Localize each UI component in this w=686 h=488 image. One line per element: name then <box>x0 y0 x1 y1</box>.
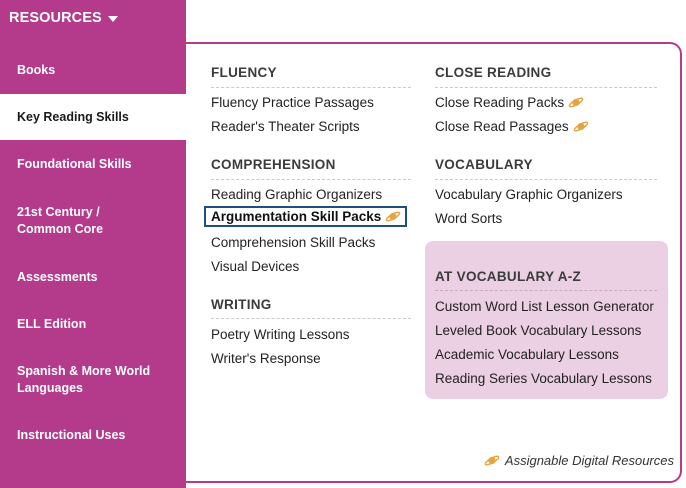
link-label: Poetry Writing Lessons <box>211 327 350 342</box>
link-reading-graphic-organizers[interactable]: Reading Graphic Organizers <box>211 187 382 202</box>
sidebar-item-ell-edition[interactable]: ELL Edition <box>0 314 186 334</box>
link-label: Visual Devices <box>211 259 300 274</box>
link-label: Comprehension Skill Packs <box>211 235 376 250</box>
sidebar-item-spanish-world-languages[interactable]: Spanish & More World Languages <box>0 362 186 398</box>
link-label: Fluency Practice Passages <box>211 95 374 110</box>
link-label: Custom Word List Lesson Generator <box>435 299 654 314</box>
link-comprehension-skill-packs[interactable]: Comprehension Skill Packs <box>211 235 375 250</box>
sidebar-item-label: ELL Edition <box>17 316 87 331</box>
planet-icon <box>484 455 500 466</box>
link-vocabulary-graphic-organizers[interactable]: Vocabulary Graphic Organizers <box>435 187 623 202</box>
section-title-writing: WRITING <box>211 297 272 312</box>
section-title-vocabulary: VOCABULARY <box>435 157 533 172</box>
link-argumentation-skill-packs[interactable]: Argumentation Skill Packs <box>204 206 408 227</box>
sidebar-item-assessments[interactable]: Assessments <box>0 267 186 287</box>
link-label: Academic Vocabulary Lessons <box>435 347 619 362</box>
link-label: Reading Graphic Organizers <box>211 187 383 202</box>
link-writers-response[interactable]: Writer's Response <box>211 351 321 366</box>
link-label: Reading Series Vocabulary Lessons <box>435 371 652 386</box>
sidebar-item-key-reading-skills[interactable]: Key Reading Skills <box>0 94 186 140</box>
link-label: Close Reading Packs <box>435 95 565 110</box>
section-divider <box>435 87 657 88</box>
sidebar-item-label: Assessments <box>17 269 98 284</box>
legend-label: Assignable Digital Resources <box>504 453 674 468</box>
sidebar-item-books[interactable]: Books <box>0 60 186 80</box>
link-word-sorts[interactable]: Word Sorts <box>435 211 502 226</box>
planet-icon <box>573 121 588 132</box>
sidebar-item-label: 21st Century / Common Core <box>17 205 104 236</box>
link-label: Argumentation Skill Packs <box>211 209 382 224</box>
sidebar-item-instructional-uses[interactable]: Instructional Uses <box>0 425 186 445</box>
sidebar-item-label: Books <box>17 62 56 77</box>
section-title-close-reading: CLOSE READING <box>435 65 552 80</box>
sidebar-item-label: Instructional Uses <box>17 427 126 442</box>
sidebar-item-21st-century[interactable]: 21st Century / Common Core <box>0 203 186 239</box>
assignable-resources-legend: Assignable Digital Resources <box>484 453 674 468</box>
resources-title: RESOURCES <box>9 10 102 26</box>
section-divider <box>211 318 411 319</box>
link-readers-theater-scripts[interactable]: Reader's Theater Scripts <box>211 119 360 134</box>
link-leveled-book-vocabulary-lessons[interactable]: Leveled Book Vocabulary Lessons <box>435 323 641 338</box>
link-label: Vocabulary Graphic Organizers <box>435 187 623 202</box>
link-fluency-practice-passages[interactable]: Fluency Practice Passages <box>211 95 374 110</box>
link-visual-devices[interactable]: Visual Devices <box>211 259 299 274</box>
sidebar-item-label: Foundational Skills <box>17 156 132 171</box>
link-close-read-passages[interactable]: Close Read Passages <box>435 119 589 134</box>
planet-icon <box>386 211 401 222</box>
link-label: Reader's Theater Scripts <box>211 119 360 134</box>
section-divider <box>211 179 411 180</box>
link-poetry-writing-lessons[interactable]: Poetry Writing Lessons <box>211 327 350 342</box>
link-custom-word-list-lesson-generator[interactable]: Custom Word List Lesson Generator <box>435 299 654 314</box>
link-academic-vocabulary-lessons[interactable]: Academic Vocabulary Lessons <box>435 347 619 362</box>
sidebar-item-label: Spanish & More World Languages <box>17 364 151 395</box>
link-label: Word Sorts <box>435 211 503 226</box>
section-divider <box>211 87 411 88</box>
section-divider <box>435 179 657 180</box>
link-label: Writer's Response <box>211 351 321 366</box>
section-title-fluency: FLUENCY <box>211 65 277 80</box>
section-title-vocabulary-az: AT VOCABULARY A-Z <box>435 269 582 284</box>
section-title-comprehension: COMPREHENSION <box>211 157 336 172</box>
resources-menu-toggle[interactable]: RESOURCES <box>9 8 118 28</box>
link-label: Leveled Book Vocabulary Lessons <box>435 323 642 338</box>
link-label: Close Read Passages <box>435 119 569 134</box>
sidebar-item-label: Key Reading Skills <box>17 109 129 124</box>
sidebar: RESOURCES Books Key Reading Skills Found… <box>0 0 186 488</box>
caret-down-icon <box>107 16 118 22</box>
planet-icon <box>568 97 584 108</box>
sidebar-item-foundational-skills[interactable]: Foundational Skills <box>0 154 186 174</box>
link-reading-series-vocabulary-lessons[interactable]: Reading Series Vocabulary Lessons <box>435 371 652 386</box>
link-close-reading-packs[interactable]: Close Reading Packs <box>435 95 584 110</box>
section-divider <box>435 290 657 291</box>
